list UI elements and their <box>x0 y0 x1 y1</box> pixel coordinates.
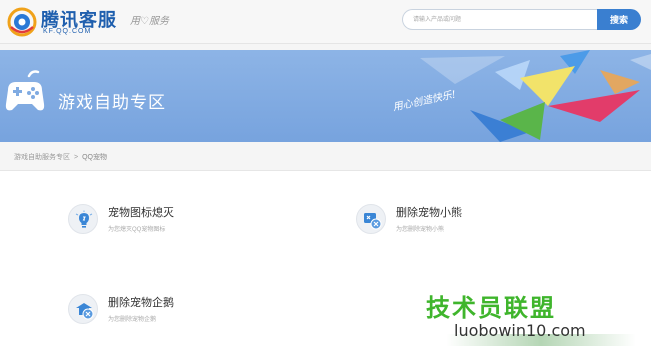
service-item-delete-pet-bear[interactable]: 删除宠物小熊 为您删除宠物小熊 <box>356 204 536 240</box>
breadcrumb-current: QQ宠物 <box>82 154 107 161</box>
breadcrumb-separator: > <box>74 154 79 161</box>
decor-shape-2 <box>495 60 530 90</box>
service-icon-wrapper <box>356 204 386 234</box>
service-item-hide-pet-icon[interactable]: 宠物图标熄灭 为您熄灭QQ宠物图标 <box>68 204 248 240</box>
decor-shape-5 <box>548 90 640 122</box>
delete-pet-penguin-icon <box>76 303 94 320</box>
game-zone-banner: 游戏自助专区 用心创造快乐! <box>0 50 651 142</box>
brand-slogan: 用♡服务 <box>130 16 169 27</box>
brand-domain: KF.QQ.COM <box>43 28 92 35</box>
decor-shape-4 <box>520 66 575 106</box>
service-title: 删除宠物小熊 <box>396 207 462 219</box>
service-icon-wrapper <box>68 294 98 324</box>
search-input[interactable] <box>402 9 597 30</box>
delete-pet-bear-icon <box>364 213 382 230</box>
tencent-kf-logo[interactable]: 腾讯客服 KF.QQ.COM 用♡服务 <box>7 6 169 40</box>
decor-shape-9 <box>630 54 651 70</box>
lightbulb-icon <box>75 210 93 228</box>
banner-decoration <box>420 50 651 142</box>
service-title: 宠物图标熄灭 <box>108 207 174 219</box>
site-header: 腾讯客服 KF.QQ.COM 用♡服务 搜索 <box>0 0 651 44</box>
service-icon-wrapper <box>68 204 98 234</box>
search-button[interactable]: 搜索 <box>597 9 641 30</box>
qq-logo-icon <box>7 7 37 37</box>
decor-shape-8 <box>600 70 640 94</box>
service-description: 为您熄灭QQ宠物图标 <box>108 227 166 233</box>
service-title: 删除宠物企鹅 <box>108 297 174 309</box>
breadcrumb-parent-link[interactable]: 游戏自助服务专区 <box>14 154 70 161</box>
breadcrumb: 游戏自助服务专区 > QQ宠物 <box>14 152 107 162</box>
watermark-title: 技术员联盟 <box>426 295 556 322</box>
search-bar: 搜索 <box>402 9 641 30</box>
decor-shape-1 <box>420 56 505 84</box>
service-item-delete-pet-penguin[interactable]: 删除宠物企鹅 为您删除宠物企鹅 <box>68 294 248 330</box>
site-watermark: 技术员联盟 luobowin10.com <box>418 288 651 358</box>
service-description: 为您删除宠物小熊 <box>396 227 445 233</box>
service-description: 为您删除宠物企鹅 <box>108 317 157 323</box>
watermark-url: luobowin10.com <box>454 321 586 340</box>
